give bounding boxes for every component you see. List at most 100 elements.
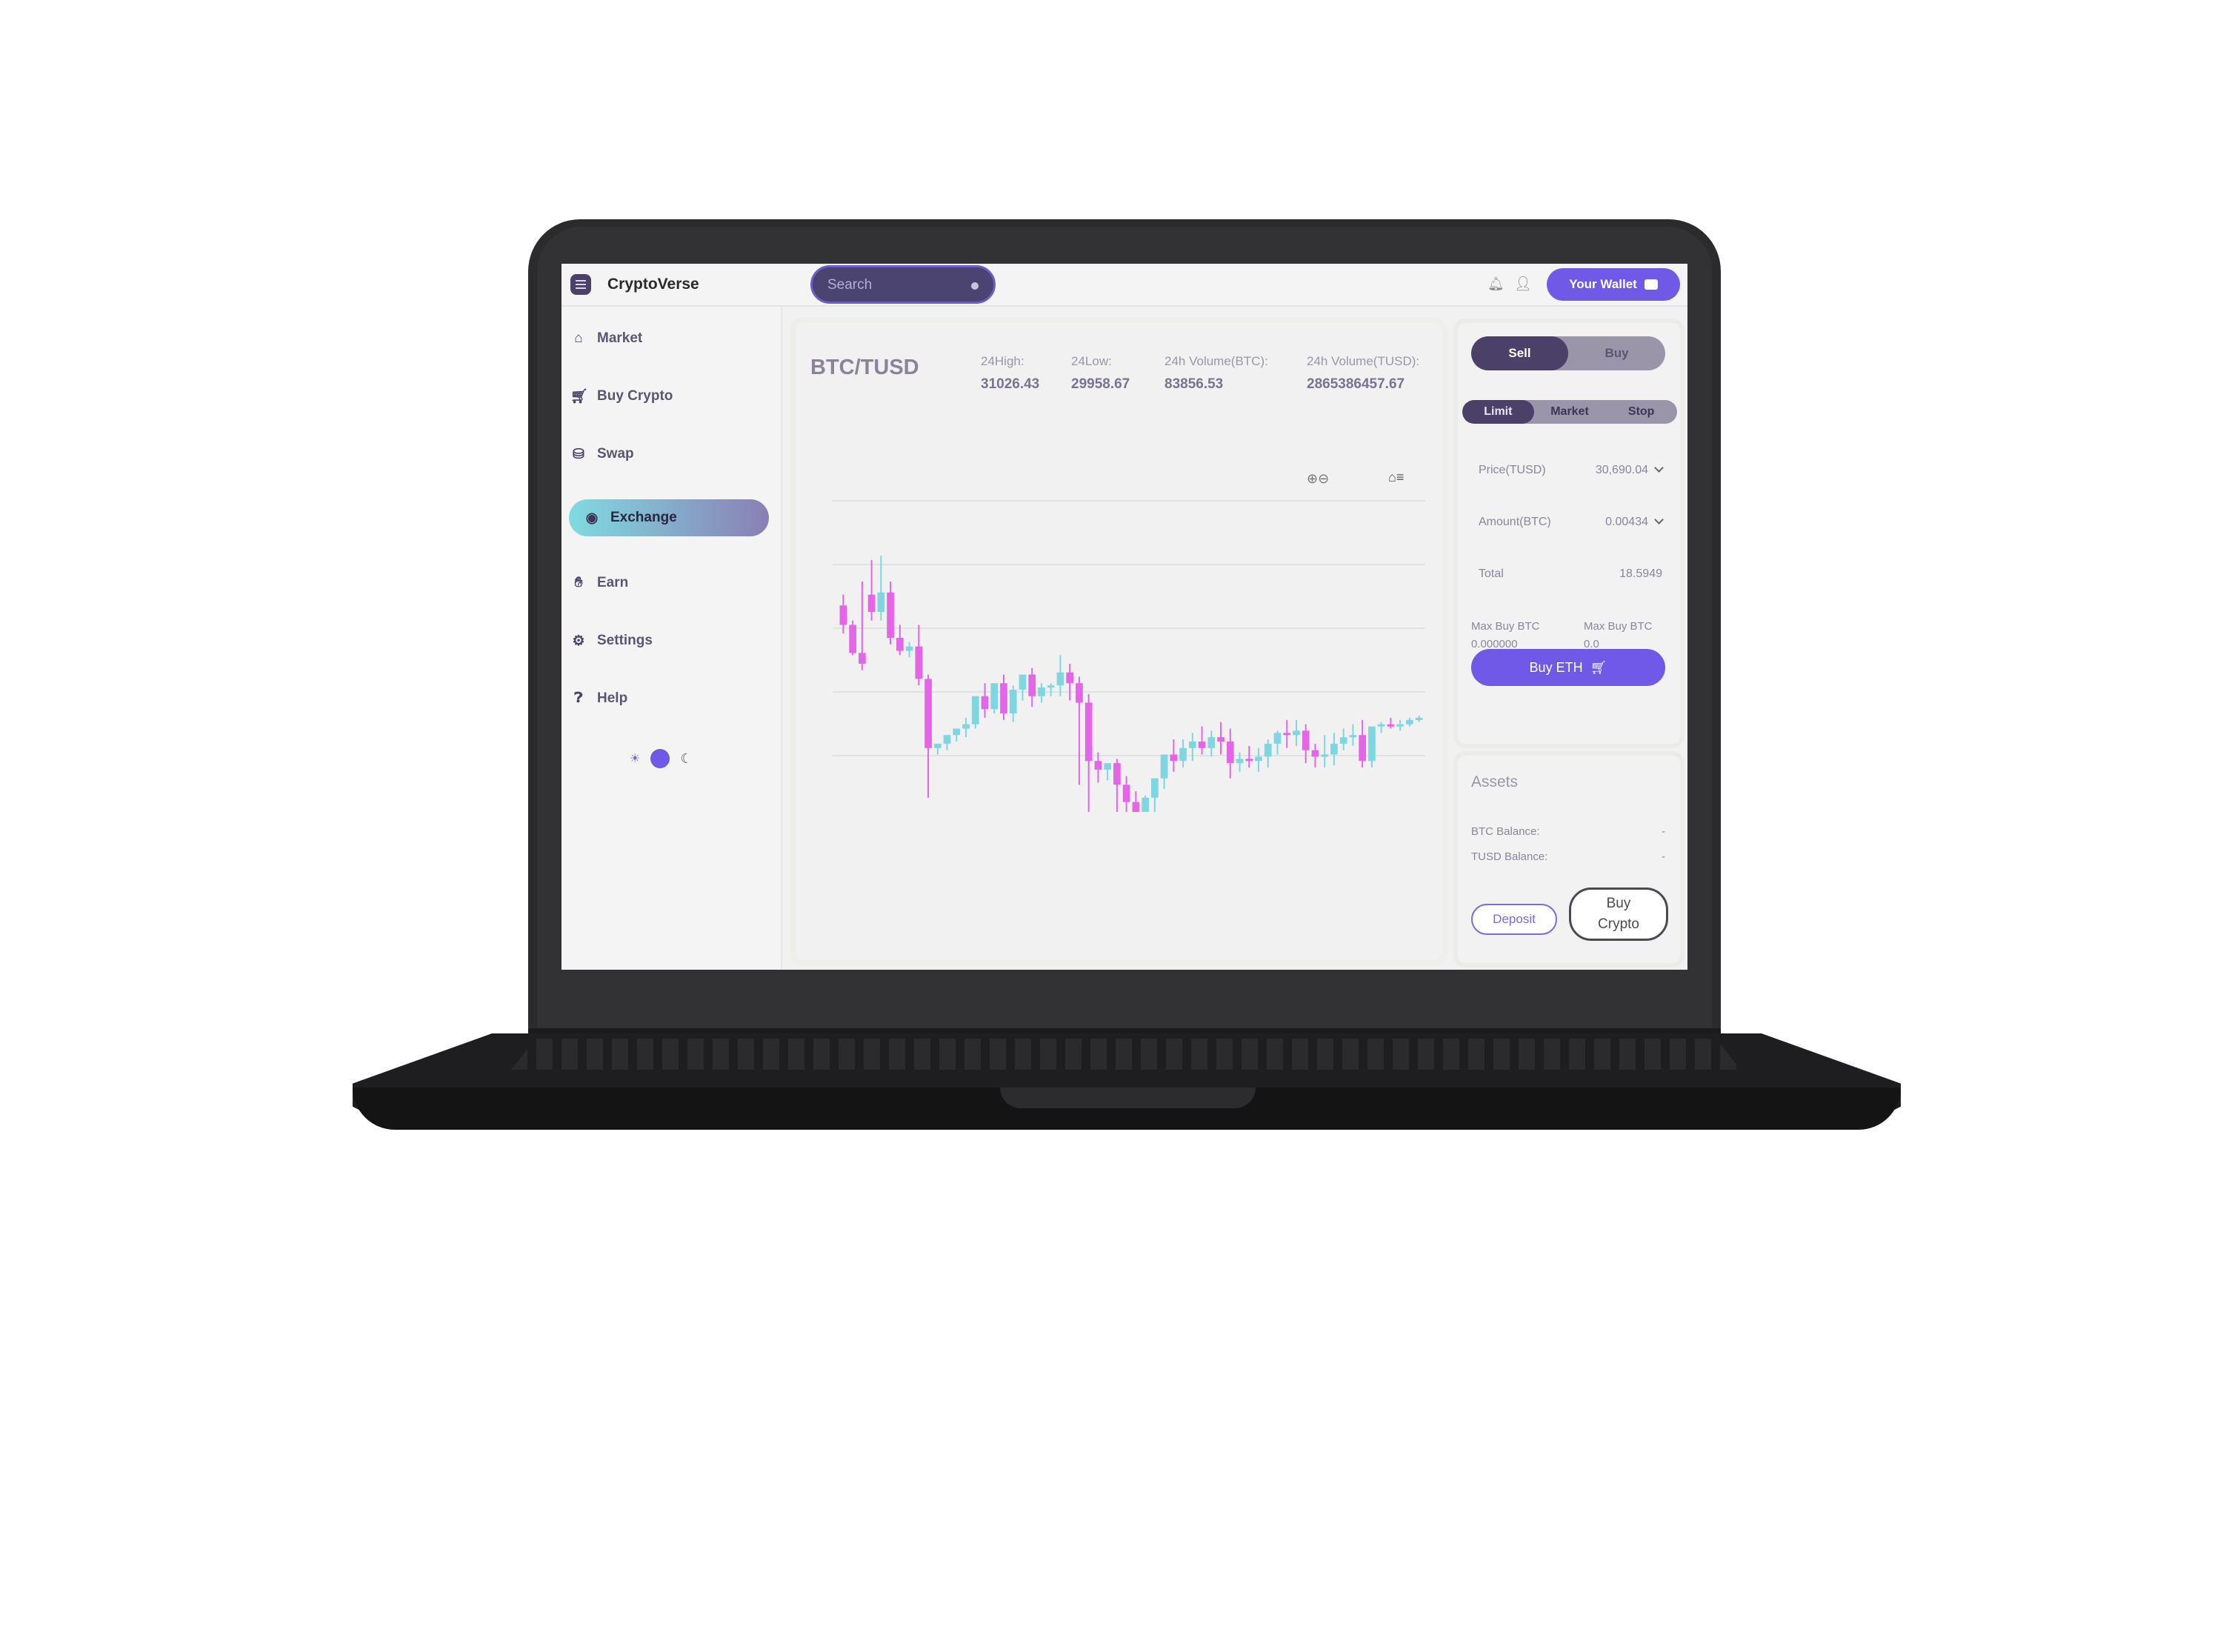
candle[interactable] (962, 717, 970, 738)
candle[interactable] (1283, 719, 1291, 748)
chevron-down-icon[interactable] (1654, 463, 1664, 473)
candle[interactable] (1387, 717, 1395, 729)
sidebar-item-settings[interactable]: ⚙ Settings (562, 622, 782, 659)
candle[interactable] (1084, 693, 1093, 812)
candle[interactable] (1368, 726, 1376, 767)
candle[interactable] (1179, 739, 1187, 767)
candle-body (1132, 802, 1140, 812)
candle[interactable] (867, 560, 876, 621)
hamburger-icon[interactable]: ≡ (1396, 470, 1404, 484)
candle[interactable] (1113, 759, 1121, 812)
search-icon[interactable] (971, 282, 979, 290)
candle[interactable] (877, 556, 885, 621)
candle[interactable] (1028, 667, 1036, 707)
limit-tab[interactable]: Limit (1462, 400, 1534, 424)
sidebar-item-help[interactable]: ❓︎ Help (562, 680, 782, 717)
candle[interactable] (1415, 716, 1423, 722)
candle[interactable] (1302, 724, 1310, 764)
buy-tab[interactable]: Buy (1568, 336, 1665, 370)
candle[interactable] (1038, 683, 1045, 703)
wallet-button[interactable]: Your Wallet (1547, 268, 1680, 301)
candle[interactable] (933, 743, 942, 755)
candle[interactable] (1151, 778, 1159, 812)
candle[interactable] (1019, 674, 1027, 701)
candle[interactable] (1066, 664, 1074, 701)
user-icon[interactable]: 👤︎ (1514, 275, 1532, 293)
candle[interactable] (1056, 655, 1064, 696)
zoom-in-icon[interactable]: ⊕ (1307, 471, 1318, 486)
candle[interactable] (1255, 747, 1262, 772)
zoom-out-icon[interactable]: ⊖ (1318, 471, 1329, 486)
candlestick-chart[interactable] (825, 486, 1433, 812)
candle[interactable] (1122, 776, 1130, 812)
candle[interactable] (1217, 722, 1224, 755)
deposit-button[interactable]: Deposit (1471, 904, 1557, 935)
sidebar-item-swap[interactable]: ⛁ Swap (562, 436, 782, 473)
reset-home-icon[interactable]: ⌂ (1388, 470, 1396, 484)
candle[interactable] (1321, 735, 1329, 767)
candle-body (1188, 742, 1196, 748)
amount-field[interactable]: Amount(BTC) 0.00434 (1479, 515, 1664, 529)
candle-body (905, 646, 913, 651)
candle[interactable] (859, 582, 866, 670)
market-tab[interactable]: Market (1534, 400, 1606, 424)
candle[interactable] (1160, 754, 1168, 790)
buy-eth-button[interactable]: Buy ETH 🛒︎ (1471, 649, 1665, 686)
sell-tab[interactable]: Sell (1471, 336, 1568, 370)
candle[interactable] (849, 620, 856, 656)
candle[interactable] (1198, 726, 1206, 755)
sidebar-item-exchange[interactable]: ◉ Exchange (569, 499, 769, 536)
candle[interactable] (1132, 791, 1140, 812)
sidebar-item-label: Settings (597, 633, 653, 648)
candle[interactable] (1273, 730, 1282, 755)
candle[interactable] (1330, 733, 1338, 766)
candle[interactable] (971, 696, 979, 729)
candle[interactable] (887, 582, 894, 645)
candle[interactable] (915, 625, 923, 686)
candle[interactable] (1349, 724, 1357, 746)
candle[interactable] (1377, 722, 1385, 733)
candle[interactable] (1207, 730, 1216, 757)
search-input[interactable]: Search (810, 265, 996, 304)
candle[interactable] (1170, 739, 1178, 772)
candle[interactable] (1264, 739, 1272, 767)
candle[interactable] (943, 735, 951, 750)
candle[interactable] (1000, 674, 1007, 720)
candle[interactable] (990, 683, 999, 714)
toggle-knob[interactable] (650, 749, 670, 768)
sidebar-item-market[interactable]: ⌂ Market (562, 320, 782, 357)
candle[interactable] (1047, 683, 1055, 696)
candle[interactable] (896, 625, 904, 656)
candle[interactable] (1142, 795, 1149, 812)
menu-icon[interactable] (570, 274, 591, 295)
candle[interactable] (1076, 676, 1083, 785)
candle[interactable] (1094, 752, 1102, 783)
bell-icon[interactable]: 🔔︎ (1487, 276, 1504, 292)
chevron-down-icon[interactable] (1654, 515, 1664, 524)
candle[interactable] (981, 683, 989, 718)
candle[interactable] (1226, 728, 1234, 779)
candle[interactable] (1245, 745, 1253, 767)
candle[interactable] (1359, 719, 1367, 767)
candle[interactable] (1339, 728, 1347, 750)
theme-toggle[interactable]: ☀ ☾ (630, 747, 711, 770)
candle-body (915, 646, 923, 679)
candle[interactable] (1311, 743, 1319, 767)
candle[interactable] (1396, 719, 1404, 731)
buy-crypto-button[interactable]: Buy Crypto (1569, 887, 1668, 941)
candle[interactable] (924, 674, 932, 798)
candle[interactable] (1293, 719, 1300, 746)
candle-body (849, 625, 856, 653)
candle[interactable] (905, 642, 913, 658)
candle[interactable] (953, 728, 961, 742)
sidebar-item-buy-crypto[interactable]: 🛒︎ Buy Crypto (562, 378, 782, 415)
price-field[interactable]: Price(TUSD) 30,690.04 (1479, 463, 1664, 477)
stop-tab[interactable]: Stop (1605, 400, 1677, 424)
candle[interactable] (1104, 763, 1111, 781)
candle[interactable] (1188, 733, 1196, 762)
moon-icon: ☾ (680, 750, 693, 766)
sidebar-item-earn[interactable]: ✋︎ Earn (562, 564, 782, 602)
candle[interactable] (1406, 717, 1413, 727)
candle[interactable] (1009, 685, 1017, 722)
candle-body (1377, 724, 1385, 727)
